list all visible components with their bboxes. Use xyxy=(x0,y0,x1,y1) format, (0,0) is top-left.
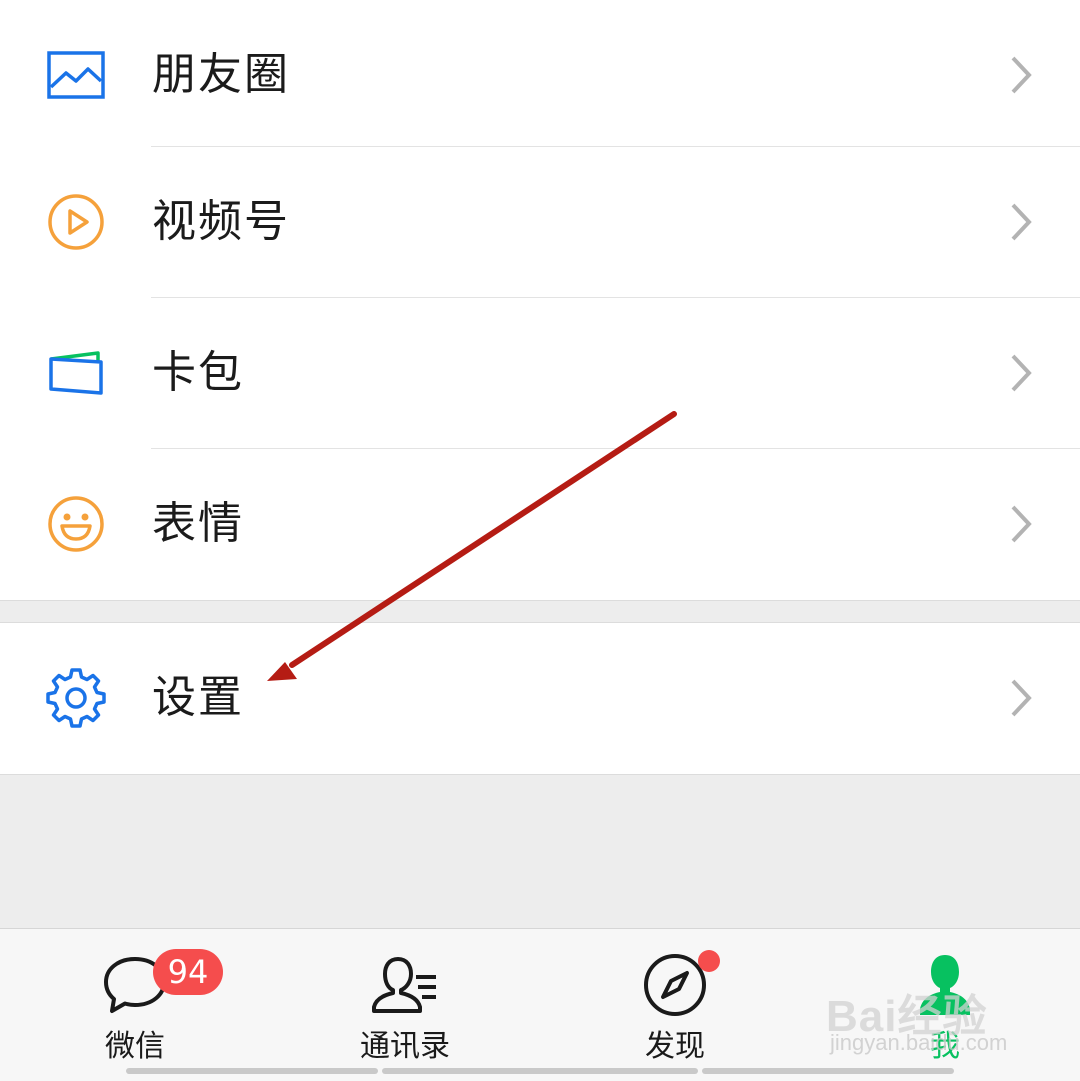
discover-menu-group: 朋友圈 视频号 卡包 表情 xyxy=(0,0,1080,601)
menu-item-stickers[interactable]: 表情 xyxy=(0,449,1080,599)
scroll-indicator xyxy=(702,1068,954,1074)
menu-item-settings[interactable]: 设置 xyxy=(0,623,1080,773)
channels-play-icon xyxy=(48,194,104,250)
tab-label: 通讯录 xyxy=(360,1029,450,1064)
tab-chats[interactable]: 94 微信 xyxy=(0,929,270,1081)
moments-icon xyxy=(47,51,105,99)
discover-notification-dot xyxy=(698,950,720,972)
menu-item-moments[interactable]: 朋友圈 xyxy=(0,0,1080,150)
tab-label: 微信 xyxy=(105,1029,165,1064)
watermark-url: jingyan.baidu.com xyxy=(830,1030,1008,1055)
settings-group: 设置 xyxy=(0,622,1080,775)
chevron-right-icon xyxy=(1011,203,1032,241)
scroll-indicator xyxy=(126,1068,378,1074)
menu-item-label: 视频号 xyxy=(152,196,290,247)
tab-label: 发现 xyxy=(645,1029,705,1064)
sticker-smile-icon xyxy=(48,496,104,552)
chevron-right-icon xyxy=(1011,354,1032,392)
tab-discover[interactable]: 发现 xyxy=(540,929,810,1081)
chevron-right-icon xyxy=(1011,56,1032,94)
chevron-right-icon xyxy=(1011,505,1032,543)
contacts-icon xyxy=(372,957,436,1013)
menu-item-label: 朋友圈 xyxy=(152,49,290,100)
chevron-right-icon xyxy=(1011,679,1032,717)
unread-count-badge: 94 xyxy=(153,949,223,995)
menu-item-label: 表情 xyxy=(152,498,244,549)
card-wallet-icon xyxy=(49,351,103,395)
menu-item-channels[interactable]: 视频号 xyxy=(0,147,1080,297)
menu-item-label: 卡包 xyxy=(152,347,244,398)
menu-item-label: 设置 xyxy=(152,672,244,723)
tab-contacts[interactable]: 通讯录 xyxy=(270,929,540,1081)
gear-icon xyxy=(46,668,106,728)
menu-item-card-wallet[interactable]: 卡包 xyxy=(0,298,1080,448)
scroll-indicator xyxy=(382,1068,698,1074)
